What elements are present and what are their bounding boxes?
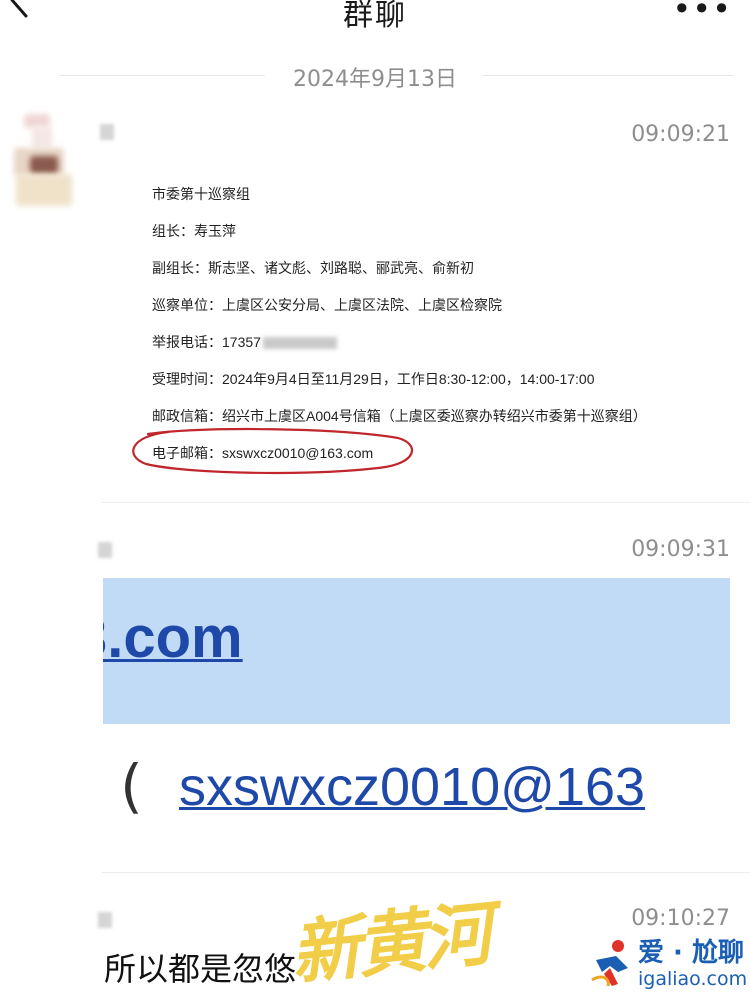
- running-figure-icon: [591, 940, 628, 987]
- divider: [60, 75, 265, 76]
- chat-header: 群聊 •••: [0, 0, 750, 52]
- notice-line: 副组长：斯志坚、诸文彪、刘路聪、郦武亮、俞新初: [152, 260, 474, 276]
- phone-redaction: [262, 337, 337, 350]
- watermark-logo: 爱 · 尬聊 igaliao.com: [588, 932, 748, 998]
- watermark-logo-url: igaliao.com: [638, 968, 748, 990]
- zoomed-link-text: 3.com: [103, 605, 243, 670]
- watermark-calligraphy: 新黄河: [286, 891, 493, 996]
- notice-line: 市委第十巡察组: [152, 186, 250, 202]
- message-divider: [102, 872, 750, 873]
- message-text[interactable]: 所以都是忽悠: [104, 944, 296, 990]
- message-time: 09:10:27: [631, 906, 730, 931]
- sender-name-blurred: [98, 542, 112, 558]
- avatar[interactable]: [12, 112, 78, 222]
- chat-title: 群聊: [343, 0, 407, 33]
- date-label: 2024年9月13日: [293, 67, 457, 92]
- zoomed-email-link: sxswxcz0010@163: [179, 757, 646, 817]
- divider: [483, 75, 733, 76]
- message-divider: [102, 502, 750, 503]
- zoomed-image-email[interactable]: t ( sxswxcz0010@163: [103, 752, 730, 842]
- message-time: 09:09:31: [631, 537, 730, 562]
- notice-phone-line: 举报电话：17357: [152, 332, 337, 352]
- notice-line: 组长：寿玉萍: [152, 223, 236, 239]
- notice-line: 受理时间：2024年9月4日至11月29日，工作日8:30-12:00，14:0…: [152, 371, 595, 387]
- sender-name-blurred: [100, 124, 114, 140]
- sender-name-blurred: [98, 912, 112, 928]
- notice-phone-text: 举报电话：17357: [152, 334, 261, 350]
- message-time: 09:09:21: [631, 122, 730, 147]
- zoomed-image-highlight[interactable]: 3.com: [103, 578, 730, 724]
- watermark-logo-title: 爱 · 尬聊: [638, 938, 744, 968]
- more-horizontal-icon[interactable]: •••: [672, 0, 732, 28]
- zoomed-prefix-text: t (: [103, 752, 143, 820]
- red-circle-annotation: [132, 427, 414, 475]
- date-separator: 2024年9月13日: [0, 56, 750, 96]
- notice-line: 巡察单位：上虞区公安分局、上虞区法院、上虞区检察院: [152, 297, 502, 313]
